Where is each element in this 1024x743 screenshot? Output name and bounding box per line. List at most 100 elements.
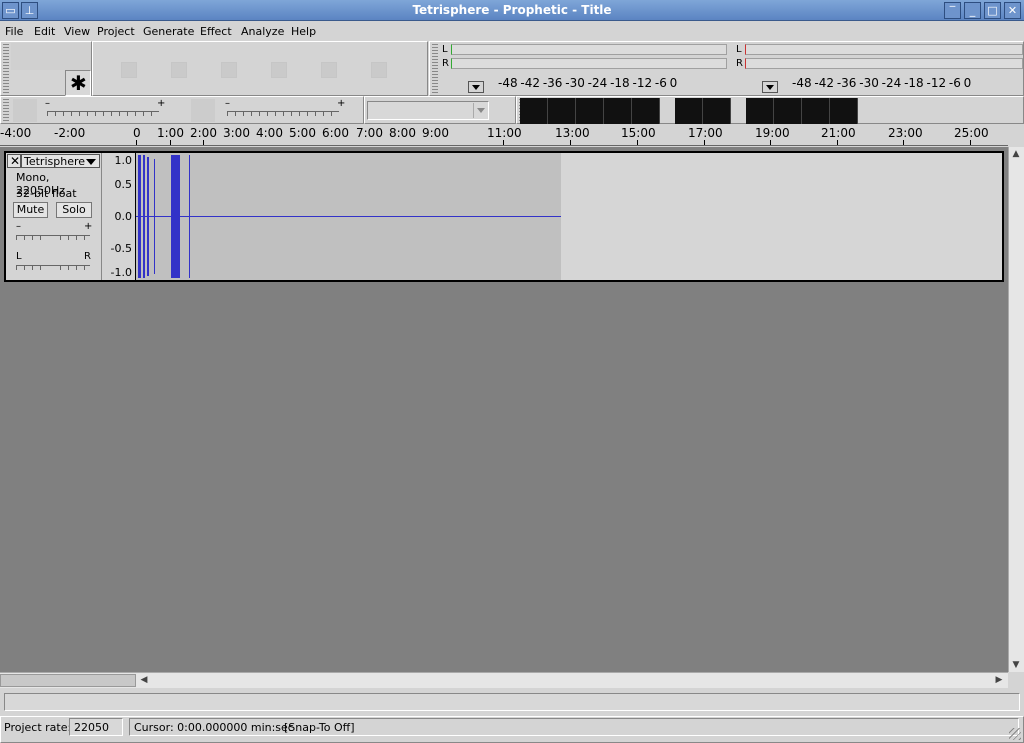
menu-help[interactable]: Help (291, 25, 316, 38)
close-button[interactable]: ✕ (1004, 2, 1021, 19)
skip-start-button[interactable] (271, 62, 287, 78)
amplitude-label: 1.0 (114, 154, 133, 167)
ruler-tick-zero (136, 140, 137, 145)
ruler-label: 5:00 (289, 126, 316, 140)
input-source-select[interactable] (367, 101, 489, 120)
menu-generate[interactable]: Generate (143, 25, 194, 38)
pan-ticks-left (16, 266, 46, 270)
record-button[interactable] (371, 62, 387, 78)
ruler-label: 6:00 (322, 126, 349, 140)
maximize-button[interactable]: □ (984, 2, 1001, 19)
zoom-out-button[interactable] (774, 98, 802, 124)
fit-selection-button[interactable] (802, 98, 830, 124)
input-volume-max: + (337, 98, 346, 109)
menu-bar: File Edit View Project Generate Effect A… (0, 22, 1024, 41)
project-rate-select[interactable]: 22050 (69, 718, 123, 736)
multi-tool-button[interactable]: ✱ (65, 70, 91, 96)
speaker-icon (13, 99, 37, 122)
ruler-tick (170, 140, 171, 145)
track-bitdepth: 32-bit float (16, 187, 77, 200)
ruler-label: -4:00 (0, 126, 32, 140)
menu-edit[interactable]: Edit (34, 25, 55, 38)
ruler-tick (570, 140, 571, 145)
ruler-tick (970, 140, 971, 145)
pan-right-label: R (84, 251, 91, 262)
menu-file[interactable]: File (5, 25, 23, 38)
amplitude-label: 0.5 (114, 178, 133, 191)
rec-meter-left (745, 44, 1023, 55)
meter-grip[interactable] (432, 44, 438, 94)
scroll-up-icon[interactable]: ▲ (1009, 147, 1023, 161)
selection-bar (0, 690, 1024, 714)
maximize-icon: □ (987, 4, 998, 17)
ruler-label: 3:00 (223, 126, 250, 140)
ruler-label: 23:00 (888, 126, 923, 140)
tool-slot-upper[interactable] (11, 43, 91, 70)
project-rate-label: Project rate: (4, 721, 72, 734)
menu-view[interactable]: View (64, 25, 90, 38)
ruler-label: -2:00 (54, 126, 86, 140)
silence-button[interactable] (632, 98, 660, 124)
rec-meter-left-label: L (736, 44, 742, 55)
scroll-thumb[interactable] (0, 674, 136, 687)
control-toolbar (92, 41, 428, 96)
pause-button[interactable] (121, 62, 137, 78)
pan-left-label: L (16, 251, 22, 262)
scroll-right-icon[interactable]: ▶ (992, 673, 1006, 687)
track-name-menu[interactable]: Tetrisphere (21, 154, 100, 168)
ruler-tick (704, 140, 705, 145)
shade-button[interactable]: ‾ (944, 2, 961, 19)
track-control-panel: ✕ Tetrisphere Mono, 22050Hz 32-bit float… (6, 153, 102, 280)
resize-grip-icon[interactable] (1009, 728, 1021, 740)
ruler-label: 2:00 (190, 126, 217, 140)
message-field (4, 693, 1020, 711)
timeline-ruler[interactable]: -4:00 -2:00 0 1:00 2:00 3:00 4:00 5:00 6… (0, 124, 1008, 146)
redo-button[interactable] (703, 98, 731, 124)
minimize-button[interactable]: _ (964, 2, 981, 19)
solo-button[interactable]: Solo (56, 202, 92, 218)
mixer-grip[interactable] (3, 99, 9, 122)
menu-project[interactable]: Project (97, 25, 135, 38)
undo-button[interactable] (675, 98, 703, 124)
minimize-icon: _ (969, 4, 976, 17)
toolbar-grip[interactable] (3, 44, 9, 94)
waveform-burst (138, 155, 141, 278)
audio-track[interactable]: ✕ Tetrisphere Mono, 22050Hz 32-bit float… (4, 151, 1004, 282)
play-meter-left (451, 44, 727, 55)
play-button[interactable] (171, 62, 187, 78)
ruler-tick (503, 140, 504, 145)
chevron-down-icon (473, 103, 487, 118)
track-panel[interactable]: ✕ Tetrisphere Mono, 22050Hz 32-bit float… (0, 147, 1008, 672)
cut-button[interactable] (520, 98, 548, 124)
copy-button[interactable] (548, 98, 576, 124)
ruler-label: 19:00 (755, 126, 790, 140)
rec-meter-right-label: R (736, 58, 743, 69)
ruler-tick (637, 140, 638, 145)
cursor-position: Cursor: 0:00.000000 min:sec (134, 721, 294, 734)
horizontal-scrollbar[interactable]: ◀ ▶ (0, 672, 1008, 688)
scroll-down-icon[interactable]: ▼ (1009, 658, 1023, 672)
ruler-label: 11:00 (487, 126, 522, 140)
title-bar[interactable]: ▭ ⊥ Tetrisphere - Prophetic - Title ‾ _ … (0, 0, 1024, 21)
rec-meter-menu[interactable] (762, 81, 778, 93)
waveform-display[interactable] (136, 153, 1002, 280)
ruler-label: 8:00 (389, 126, 416, 140)
stop-button[interactable] (221, 62, 237, 78)
play-meter-scale: -48 -42 -36 -30 -24 -18 -12 -6 0 (498, 76, 678, 90)
ruler-label: 25:00 (954, 126, 989, 140)
vertical-scrollbar[interactable]: ▲ ▼ (1008, 147, 1024, 672)
scroll-left-icon[interactable]: ◀ (137, 673, 151, 687)
fit-project-button[interactable] (830, 98, 858, 124)
play-meter-menu[interactable] (468, 81, 484, 93)
snap-status: [Snap-To Off] (284, 721, 355, 734)
menu-analyze[interactable]: Analyze (241, 25, 284, 38)
paste-button[interactable] (576, 98, 604, 124)
input-volume-min: – (225, 98, 230, 109)
track-close-button[interactable]: ✕ (7, 154, 21, 168)
trim-button[interactable] (604, 98, 632, 124)
input-volume-ticks (227, 112, 339, 116)
menu-effect[interactable]: Effect (200, 25, 232, 38)
zoom-in-button[interactable] (746, 98, 774, 124)
mute-button[interactable]: Mute (13, 202, 48, 218)
skip-end-button[interactable] (321, 62, 337, 78)
